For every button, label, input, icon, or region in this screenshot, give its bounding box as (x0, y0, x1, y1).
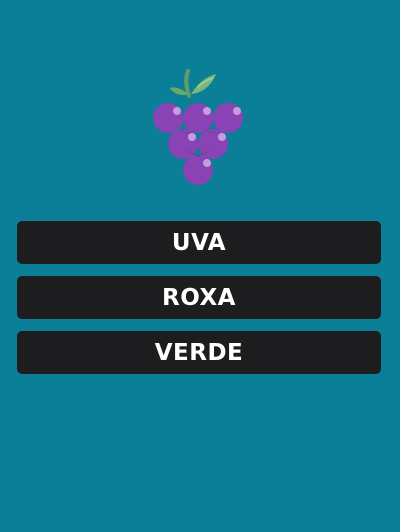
answer-options: UVA ROXA VERDE (17, 221, 381, 374)
option-button-verde[interactable]: VERDE (17, 331, 381, 374)
option-button-roxa[interactable]: ROXA (17, 276, 381, 319)
grape-icon (146, 66, 250, 190)
quiz-screen: UVA ROXA VERDE (0, 0, 400, 532)
option-button-uva[interactable]: UVA (17, 221, 381, 264)
